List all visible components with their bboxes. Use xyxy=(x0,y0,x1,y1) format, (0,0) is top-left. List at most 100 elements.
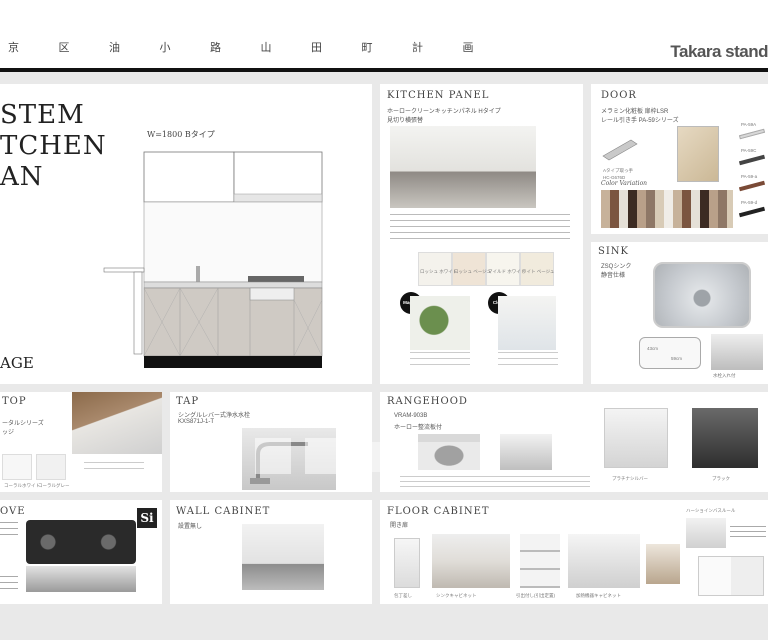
project-title: 京 区 油 小 路 山 田 町 計 画 xyxy=(8,41,492,54)
floor-cabinet-section: FLOOR CABINET 開き扉 包丁差し シンクキャビネット 引出付し(引出… xyxy=(380,500,768,604)
sink-heading: SINK xyxy=(598,246,630,257)
rangehood-silver xyxy=(604,408,668,468)
handle-bar-3 xyxy=(738,180,766,192)
floor-cabinet-color-chart xyxy=(698,556,764,596)
si-sensor-logo: Si xyxy=(137,508,157,528)
rangehood-detail-photo xyxy=(418,434,480,470)
handle-name-3: PA-59-a xyxy=(741,174,758,179)
top-swatch-gray xyxy=(36,454,66,480)
rangehood-description xyxy=(400,476,590,488)
top-sub1: ータルシリーズ xyxy=(2,421,44,427)
wall-cabinet-heading: WALL CABINET xyxy=(176,506,271,517)
door-sub2: レール引き手 PA-59シリーズ xyxy=(601,118,679,124)
handle-bar-4 xyxy=(738,206,766,218)
knife-holder-photo xyxy=(394,538,420,588)
top-color-a: コーラルホワイト xyxy=(4,483,40,488)
stove-description xyxy=(0,522,18,538)
rangehood-caption-b: ブラック xyxy=(712,476,730,481)
plan-dimension: W=1800 Bタイプ xyxy=(147,130,215,139)
handle-name-4: PA-59-d xyxy=(741,200,758,205)
top-section: TOP ータルシリーズ ッジ コーラルホワイト コーラルグレー xyxy=(0,392,162,492)
magnet-caption xyxy=(410,352,470,370)
sink-sub1: ZSQシンク xyxy=(601,264,632,270)
floor-cabinet-detail-photo xyxy=(646,544,680,584)
floor-cabinet-item-3: 引出付し(引出定置) xyxy=(516,593,555,598)
rangehood-sub1: VRAM-903B xyxy=(394,413,428,419)
rangehood-filter-photo xyxy=(500,434,552,470)
kitchen-panel-section: KITCHEN PANEL ホーロークリーンキッチンパネル Hタイプ 見切り横張… xyxy=(380,84,583,384)
floor-cabinet-item-4: 加熱機器キャビネット xyxy=(576,593,621,598)
kitchen-panel-heading: KITCHEN PANEL xyxy=(387,90,490,101)
family-photo xyxy=(498,296,556,350)
floor-cabinet-note xyxy=(730,526,766,538)
clean-caption xyxy=(498,352,558,370)
handle-name-1: PA-59A xyxy=(741,122,757,127)
color-variation-grid xyxy=(601,190,733,228)
wall-cabinet-sub: 設置無し xyxy=(178,524,203,530)
tap-section: TAP シングルレバー式浄水水栓 KXS871J-1-T xyxy=(170,392,372,492)
rangehood-sub2: ホーロー整流板付 xyxy=(394,425,443,431)
tap-sub1: シングルレバー式浄水水栓 xyxy=(178,413,251,419)
stove-caption xyxy=(0,576,18,592)
sink-caption: 水栓入れ付 xyxy=(713,373,736,378)
swatch-label-3: マイルド ホワイト xyxy=(488,269,526,274)
sink-section: SINK ZSQシンク 静音仕様 43cm 59cm 水栓入れ付 xyxy=(591,242,768,384)
stove-heading: OVE xyxy=(0,506,26,517)
page-header: 京 区 油 小 路 山 田 町 計 画 Takara stand xyxy=(0,22,768,68)
kitchen-elevation-drawing xyxy=(103,151,323,368)
top-color-b: コーラルグレー xyxy=(38,483,70,488)
plant-photo xyxy=(410,296,470,350)
rangehood-heading: RANGEHOOD xyxy=(387,396,468,407)
door-section: DOOR メラミン化粧板 扉枠LSR レール引き手 PA-59シリーズ Aタイプ… xyxy=(591,84,768,234)
top-heading: TOP xyxy=(2,396,27,407)
handle-bar-1 xyxy=(738,128,766,140)
handle-name-2: PA-59C xyxy=(741,148,757,153)
top-caption xyxy=(84,462,144,474)
countertop-photo xyxy=(72,392,162,454)
kitchen-panel-sub2: 見切り横張替 xyxy=(387,118,424,124)
swatch-label-1: ロッシュ ホワイト xyxy=(420,269,458,274)
floor-cabinet-right-photo xyxy=(686,518,726,548)
top-margin xyxy=(0,0,768,22)
rangehood-caption-a: プラチナシルバー xyxy=(612,476,648,481)
rangehood-section: RANGEHOOD VRAM-903B ホーロー整流板付 プラチナシルバー ブラ… xyxy=(380,392,768,492)
door-sample xyxy=(677,126,719,182)
door-sub1: メラミン化粧板 扉枠LSR xyxy=(601,109,669,115)
stove-oven-photo xyxy=(26,566,136,592)
plan-bottom-label: AGE xyxy=(0,354,34,372)
sink-diagram xyxy=(639,337,701,369)
sink-cabinet-photo xyxy=(432,534,510,588)
top-swatch-white xyxy=(2,454,32,480)
sink-dim-b: 59cm xyxy=(671,356,683,361)
floor-cabinet-item-1: 包丁差し xyxy=(394,593,412,598)
wall-cabinet-photo xyxy=(242,524,324,590)
top-sub2: ッジ xyxy=(2,430,15,436)
header-rule xyxy=(0,68,768,72)
kitchen-panel-description xyxy=(390,214,570,240)
stove-section: OVE Si xyxy=(0,500,162,604)
floor-cabinet-right-label: ハーショインバスルール xyxy=(686,508,736,513)
sink-photo xyxy=(653,262,751,328)
plan-title: STEM TCHEN AN xyxy=(0,100,107,192)
handle-label: Aタイプ取っ手 xyxy=(603,168,634,173)
floor-cabinet-item-2: シンクキャビネット xyxy=(436,593,477,598)
kitchen-panel-sub1: ホーロークリーンキッチンパネル Hタイプ xyxy=(387,109,501,115)
faucet-drawing xyxy=(250,442,308,484)
kitchen-photo xyxy=(390,126,536,208)
sink-dim-a: 43cm xyxy=(647,346,659,351)
rangehood-black xyxy=(692,408,758,468)
sink-sub2: 静音仕様 xyxy=(601,273,626,279)
cooktop-photo xyxy=(26,520,136,564)
floor-cabinet-heading: FLOOR CABINET xyxy=(387,506,490,517)
sink-detail-photo xyxy=(711,334,763,370)
plan-panel: STEM TCHEN AN W=1800 Bタイプ AGE xyxy=(0,84,372,384)
handle-bar-2 xyxy=(738,154,766,166)
tap-sub2: KXS871J-1-T xyxy=(178,419,215,425)
wall-cabinet-section: WALL CABINET 設置無し xyxy=(170,500,372,604)
swatch-label-4: ライト ベージュ xyxy=(522,269,555,274)
floor-cabinet-sub: 開き扉 xyxy=(390,523,409,529)
color-variation-label: Color Variation xyxy=(601,180,648,187)
handle-image xyxy=(602,139,638,161)
door-heading: DOOR xyxy=(601,90,637,101)
cooking-cabinet-photo xyxy=(568,534,640,588)
